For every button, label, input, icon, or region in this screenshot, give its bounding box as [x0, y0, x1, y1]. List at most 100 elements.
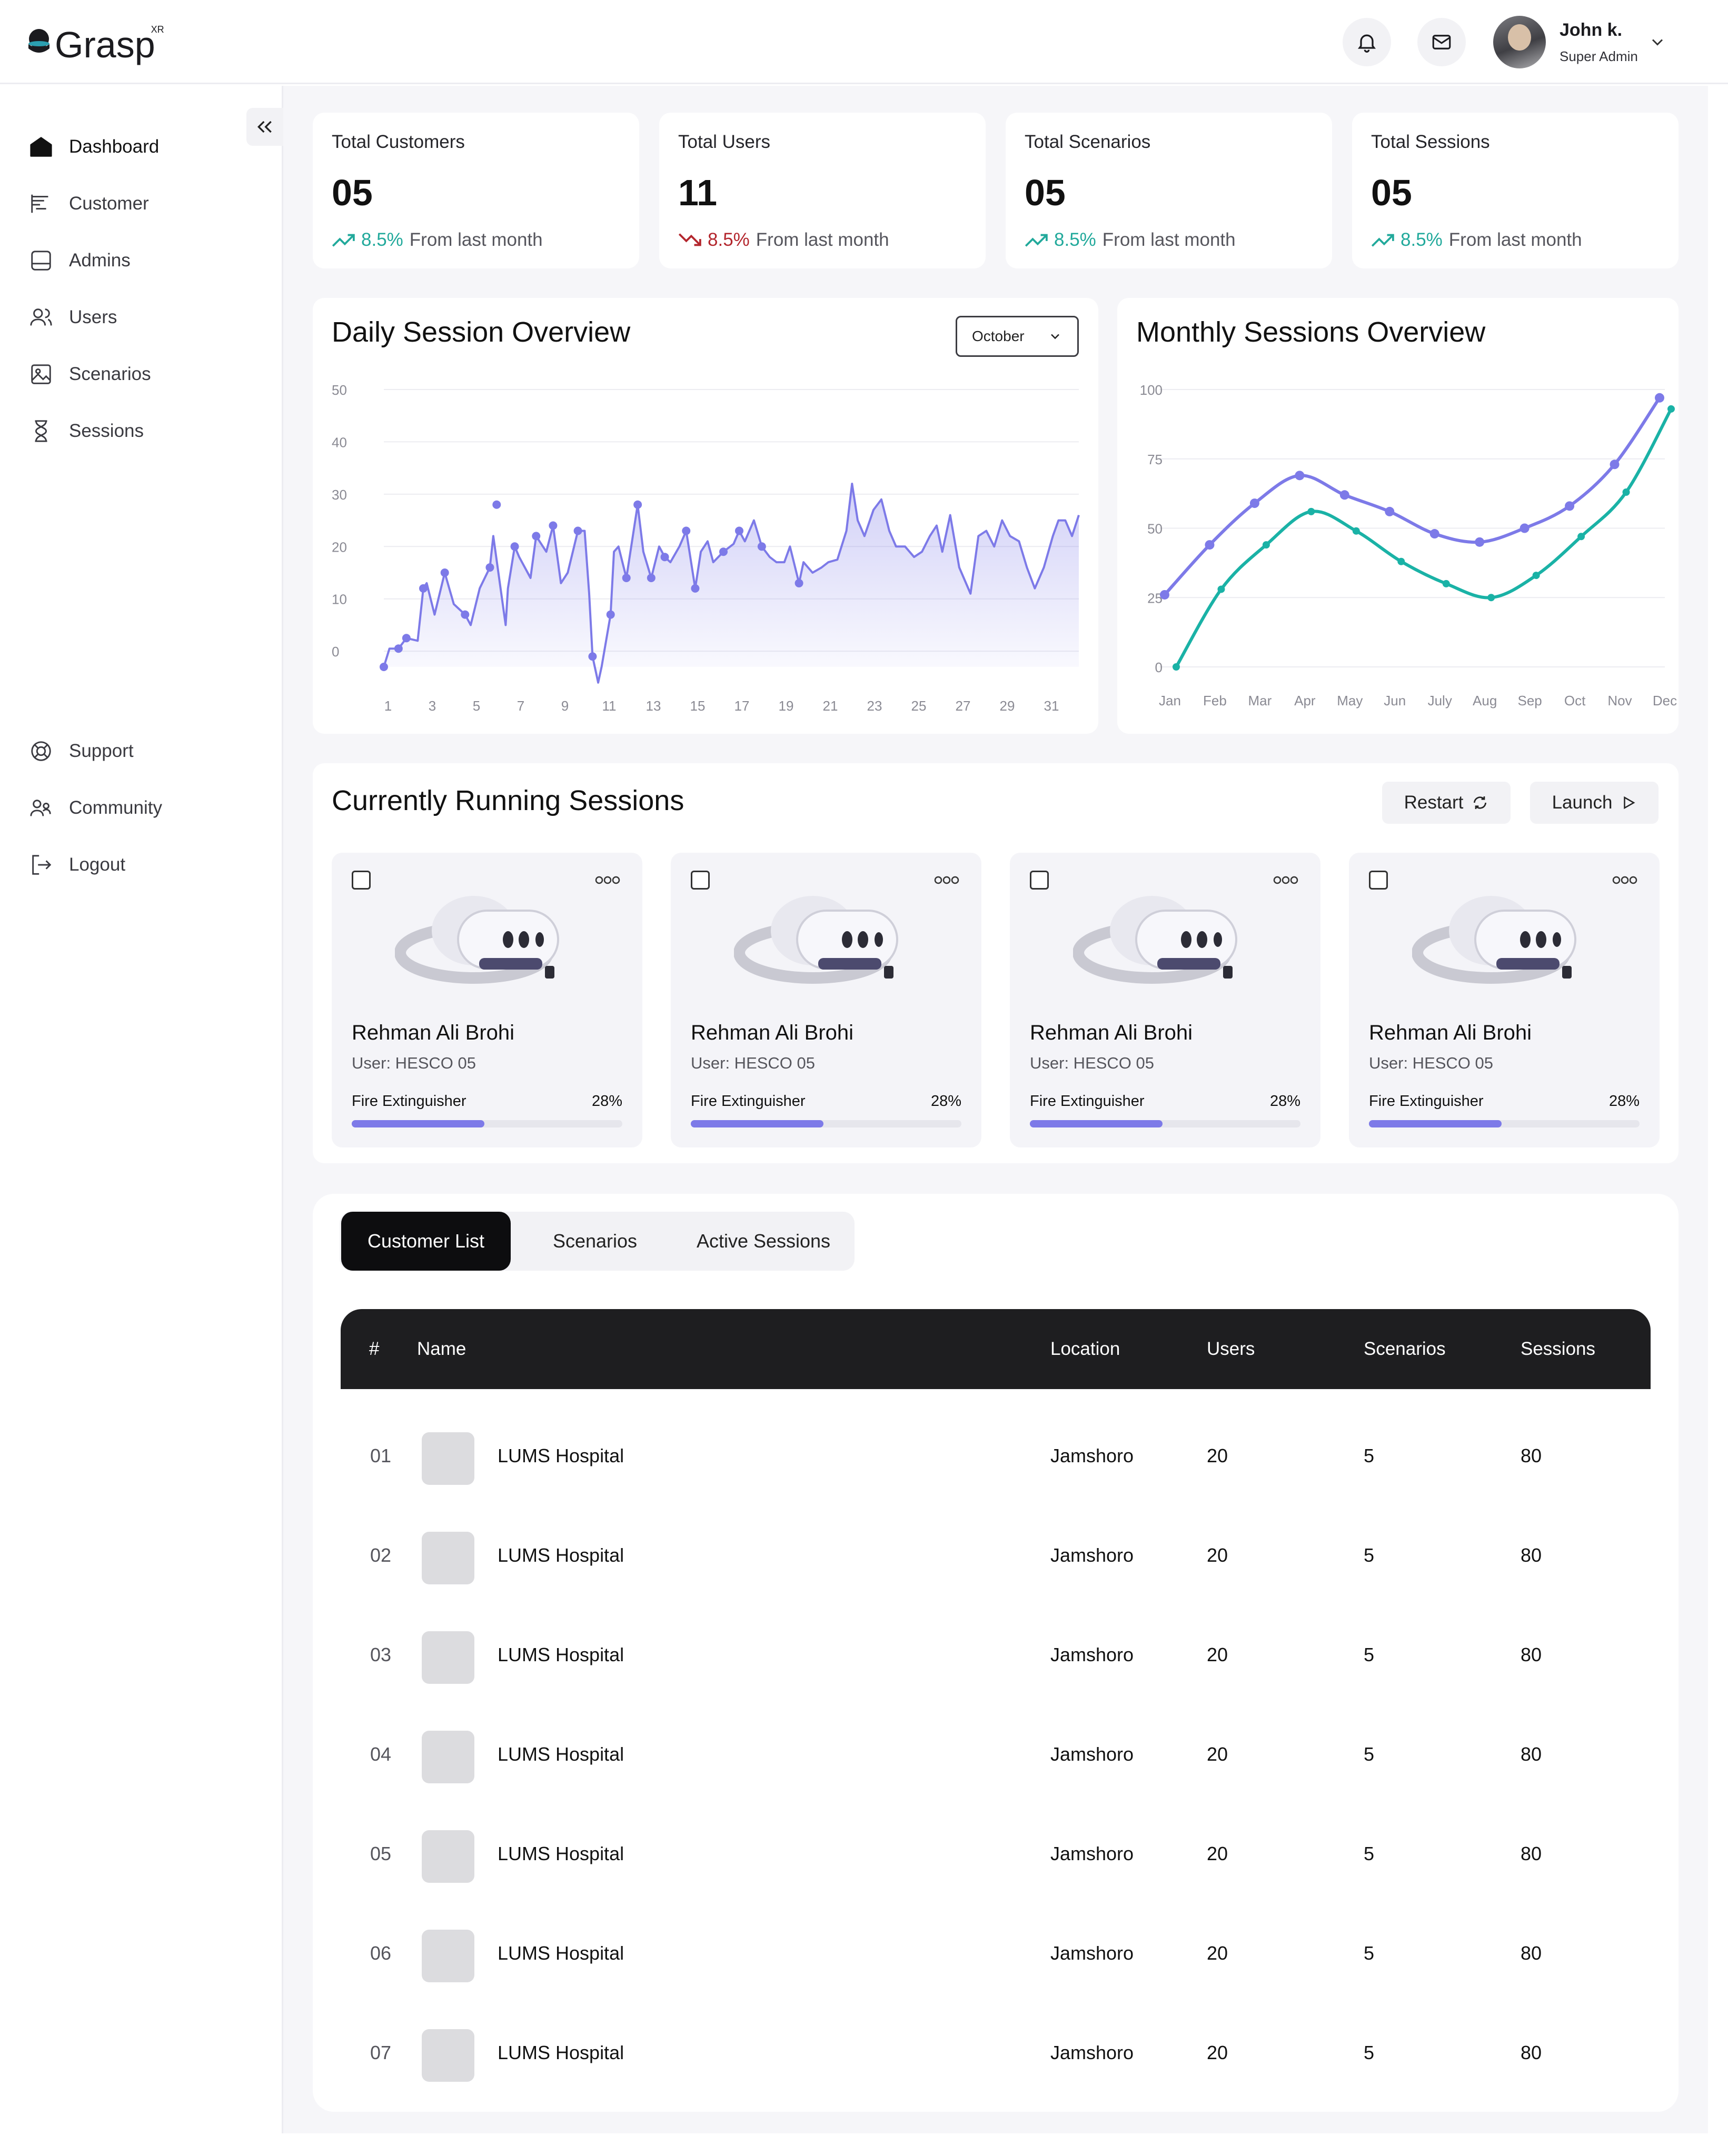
- monthly-point[interactable]: [1442, 580, 1450, 587]
- sidebar-item-dashboard[interactable]: Dashboard: [29, 128, 159, 165]
- table-row[interactable]: 02 LUMS Hospital Jamshoro 20 5 80: [341, 1509, 1651, 1608]
- more-options-icon[interactable]: [1612, 874, 1637, 886]
- monthly-point[interactable]: [1160, 590, 1169, 600]
- customer-name[interactable]: LUMS Hospital: [498, 1445, 624, 1467]
- monthly-point[interactable]: [1487, 594, 1495, 602]
- notifications-button[interactable]: [1343, 18, 1391, 66]
- monthly-point[interactable]: [1205, 540, 1215, 550]
- more-options-icon[interactable]: [1273, 874, 1298, 886]
- daily-point[interactable]: [647, 573, 656, 582]
- daily-point[interactable]: [419, 584, 428, 593]
- monthly-point[interactable]: [1173, 663, 1180, 671]
- restart-button[interactable]: Restart: [1382, 782, 1511, 824]
- col-header-scenarios[interactable]: Scenarios: [1364, 1339, 1446, 1360]
- monthly-point[interactable]: [1520, 523, 1530, 533]
- table-row[interactable]: 03 LUMS Hospital Jamshoro 20 5 80: [341, 1608, 1651, 1708]
- daily-point[interactable]: [380, 663, 388, 671]
- tab-customer-list[interactable]: Customer List: [341, 1212, 511, 1271]
- daily-point[interactable]: [510, 542, 519, 551]
- daily-point[interactable]: [588, 652, 597, 661]
- monthly-point[interactable]: [1429, 529, 1439, 539]
- session-checkbox[interactable]: [691, 871, 710, 890]
- daily-point[interactable]: [402, 634, 411, 643]
- daily-point[interactable]: [461, 610, 470, 619]
- monthly-point[interactable]: [1217, 585, 1225, 593]
- daily-point[interactable]: [691, 584, 700, 593]
- monthly-point[interactable]: [1397, 557, 1405, 565]
- customer-name[interactable]: LUMS Hospital: [498, 1544, 624, 1566]
- monthly-point[interactable]: [1307, 507, 1315, 515]
- avatar[interactable]: [1493, 16, 1546, 68]
- daily-point[interactable]: [719, 547, 728, 556]
- app-logo[interactable]: Grasp XR: [26, 21, 164, 68]
- sidebar-item-scenarios[interactable]: Scenarios: [29, 356, 151, 393]
- daily-point[interactable]: [492, 500, 501, 509]
- sidebar-item-community[interactable]: Community: [29, 790, 162, 826]
- daily-point[interactable]: [633, 500, 642, 509]
- table-row[interactable]: 05 LUMS Hospital Jamshoro 20 5 80: [341, 1807, 1651, 1907]
- sidebar-item-support[interactable]: Support: [29, 733, 134, 770]
- monthly-point[interactable]: [1667, 405, 1675, 413]
- session-checkbox[interactable]: [1369, 871, 1388, 890]
- monthly-point[interactable]: [1385, 506, 1395, 516]
- more-options-icon[interactable]: [595, 874, 620, 886]
- daily-point[interactable]: [573, 526, 582, 535]
- daily-point[interactable]: [549, 521, 558, 530]
- messages-button[interactable]: [1417, 18, 1466, 66]
- col-header-users[interactable]: Users: [1207, 1339, 1255, 1360]
- session-card[interactable]: Rehman Ali Brohi User: HESCO 05 Fire Extin…: [332, 853, 642, 1147]
- monthly-point[interactable]: [1475, 537, 1485, 547]
- daily-point[interactable]: [532, 532, 541, 541]
- col-header-sessions[interactable]: Sessions: [1521, 1339, 1595, 1360]
- daily-point[interactable]: [622, 573, 631, 582]
- collapse-sidebar-button[interactable]: [246, 108, 283, 146]
- session-card[interactable]: Rehman Ali Brohi User: HESCO 05 Fire Extin…: [1010, 853, 1320, 1147]
- customer-name[interactable]: LUMS Hospital: [498, 1644, 624, 1666]
- monthly-point[interactable]: [1610, 460, 1620, 470]
- daily-point[interactable]: [440, 568, 449, 577]
- daily-point[interactable]: [795, 578, 803, 587]
- session-checkbox[interactable]: [1030, 871, 1049, 890]
- daily-point[interactable]: [660, 553, 669, 562]
- monthly-point[interactable]: [1655, 393, 1664, 403]
- tab-scenarios[interactable]: Scenarios: [516, 1212, 674, 1271]
- monthly-point[interactable]: [1565, 501, 1575, 511]
- tab-active-sessions[interactable]: Active Sessions: [677, 1212, 850, 1271]
- table-row[interactable]: 01 LUMS Hospital Jamshoro 20 5 80: [341, 1409, 1651, 1509]
- daily-point[interactable]: [682, 526, 691, 535]
- sidebar-item-sessions[interactable]: Sessions: [29, 413, 144, 450]
- monthly-point[interactable]: [1352, 527, 1360, 535]
- table-row[interactable]: 07 LUMS Hospital Jamshoro 20 5 80: [341, 2006, 1651, 2105]
- col-header-name[interactable]: Name: [417, 1339, 466, 1360]
- daily-point[interactable]: [735, 526, 743, 535]
- more-options-icon[interactable]: [934, 874, 959, 886]
- monthly-point[interactable]: [1622, 488, 1630, 496]
- session-checkbox[interactable]: [352, 871, 371, 890]
- monthly-point[interactable]: [1339, 490, 1349, 500]
- customer-name[interactable]: LUMS Hospital: [498, 1942, 624, 1964]
- daily-point[interactable]: [485, 563, 494, 572]
- monthly-point[interactable]: [1262, 541, 1270, 549]
- chevron-down-icon[interactable]: [1648, 33, 1667, 52]
- customer-name[interactable]: LUMS Hospital: [498, 1743, 624, 1765]
- sidebar-item-customer[interactable]: Customer: [29, 185, 149, 222]
- daily-point[interactable]: [757, 542, 766, 551]
- customer-name[interactable]: LUMS Hospital: [498, 2042, 624, 2064]
- table-row[interactable]: 04 LUMS Hospital Jamshoro 20 5 80: [341, 1708, 1651, 1807]
- session-card[interactable]: Rehman Ali Brohi User: HESCO 05 Fire Extin…: [1349, 853, 1660, 1147]
- sidebar-item-admins[interactable]: Admins: [29, 242, 131, 279]
- monthly-point[interactable]: [1295, 471, 1305, 481]
- month-select[interactable]: October: [956, 316, 1079, 357]
- session-card[interactable]: Rehman Ali Brohi User: HESCO 05 Fire Extin…: [671, 853, 981, 1147]
- table-row[interactable]: 06 LUMS Hospital Jamshoro 20 5 80: [341, 1907, 1651, 2006]
- customer-name[interactable]: LUMS Hospital: [498, 1843, 624, 1865]
- daily-point[interactable]: [606, 610, 615, 619]
- monthly-point[interactable]: [1577, 533, 1585, 541]
- sidebar-item-logout[interactable]: Logout: [29, 846, 125, 883]
- col-header-location[interactable]: Location: [1050, 1339, 1120, 1360]
- launch-button[interactable]: Launch: [1530, 782, 1659, 824]
- daily-point[interactable]: [394, 644, 403, 653]
- sidebar-item-users[interactable]: Users: [29, 299, 117, 336]
- monthly-point[interactable]: [1249, 498, 1259, 508]
- monthly-point[interactable]: [1532, 572, 1540, 580]
